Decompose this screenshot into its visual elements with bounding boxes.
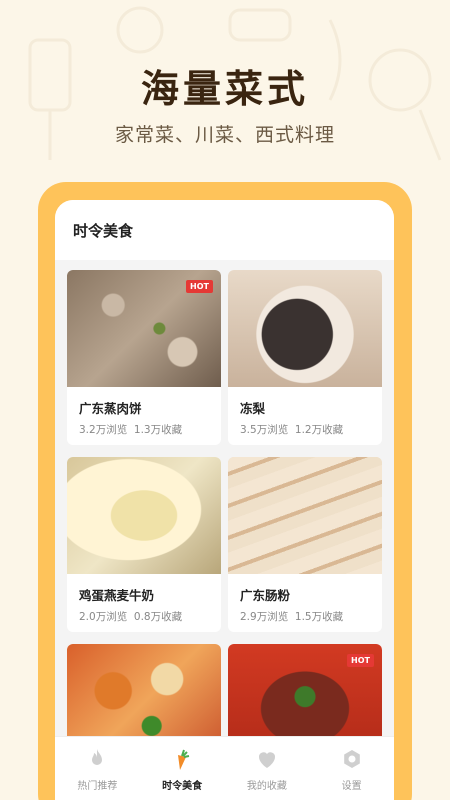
heart-icon: [258, 752, 275, 768]
dish-favorites: 1.3万收藏: [133, 424, 183, 436]
tab-hot-recommend[interactable]: 热门推荐: [55, 737, 140, 800]
promo-subline: 家常菜、川菜、西式料理: [114, 124, 335, 146]
promo-headline: 海量菜式: [140, 67, 309, 111]
dish-name: 冻梨: [240, 401, 266, 416]
dish-views: 3.5万浏览: [240, 424, 289, 436]
dish-card[interactable]: 鸡蛋燕麦牛奶 2.0万浏览 0.8万收藏: [67, 457, 221, 632]
dish-stats: 2.0万浏览 0.8万收藏: [67, 604, 221, 624]
tab-label: 热门推荐: [77, 781, 118, 792]
flame-icon: [92, 749, 103, 765]
tab-label: 设置: [341, 781, 362, 792]
hot-badge: HOT: [186, 280, 213, 293]
app-screen: 时令美食 HOT 广东蒸肉饼 3.2万浏览 1.3万收藏 冻梨 3.5万浏览 1…: [55, 200, 394, 800]
dish-views: 2.0万浏览: [79, 611, 128, 623]
dish-name: 广东蒸肉饼: [79, 401, 142, 416]
tab-my-favorites[interactable]: 我的收藏: [225, 737, 310, 800]
gear-icon: [343, 750, 360, 768]
dish-stats: 3.5万浏览 1.2万收藏: [228, 417, 382, 437]
dish-card[interactable]: 冻梨 3.5万浏览 1.2万收藏: [228, 270, 382, 445]
tab-seasonal-food[interactable]: 时令美食: [140, 737, 225, 800]
carrot-icon: [178, 749, 190, 770]
dish-grid: HOT 广东蒸肉饼 3.2万浏览 1.3万收藏 冻梨 3.5万浏览 1.2万收藏…: [67, 270, 382, 800]
dish-favorites: 0.8万收藏: [133, 611, 183, 623]
tab-settings[interactable]: 设置: [309, 737, 394, 800]
dish-card[interactable]: 广东肠粉 2.9万浏览 1.5万收藏: [228, 457, 382, 632]
dish-photo: [67, 457, 221, 574]
dish-stats: 3.2万浏览 1.3万收藏: [67, 417, 221, 437]
dish-photo: [228, 457, 382, 574]
dish-photo: HOT: [67, 270, 221, 387]
section-title: 时令美食: [73, 221, 134, 240]
bottom-tab-bar: 热门推荐 时令美食 我的收藏 设置: [55, 736, 394, 800]
hot-badge: HOT: [347, 654, 374, 667]
tab-label: 我的收藏: [246, 781, 287, 792]
dish-photo: [228, 270, 382, 387]
dish-card[interactable]: HOT 广东蒸肉饼 3.2万浏览 1.3万收藏: [67, 270, 221, 445]
dish-stats: 2.9万浏览 1.5万收藏: [228, 604, 382, 624]
dish-views: 2.9万浏览: [240, 611, 289, 623]
dish-name: 鸡蛋燕麦牛奶: [79, 588, 155, 603]
dish-name: 广东肠粉: [240, 588, 291, 603]
tab-label: 时令美食: [162, 781, 203, 792]
dish-favorites: 1.5万收藏: [294, 611, 344, 623]
dish-favorites: 1.2万收藏: [294, 424, 344, 436]
section-header: 时令美食: [55, 200, 394, 260]
dish-views: 3.2万浏览: [79, 424, 128, 436]
